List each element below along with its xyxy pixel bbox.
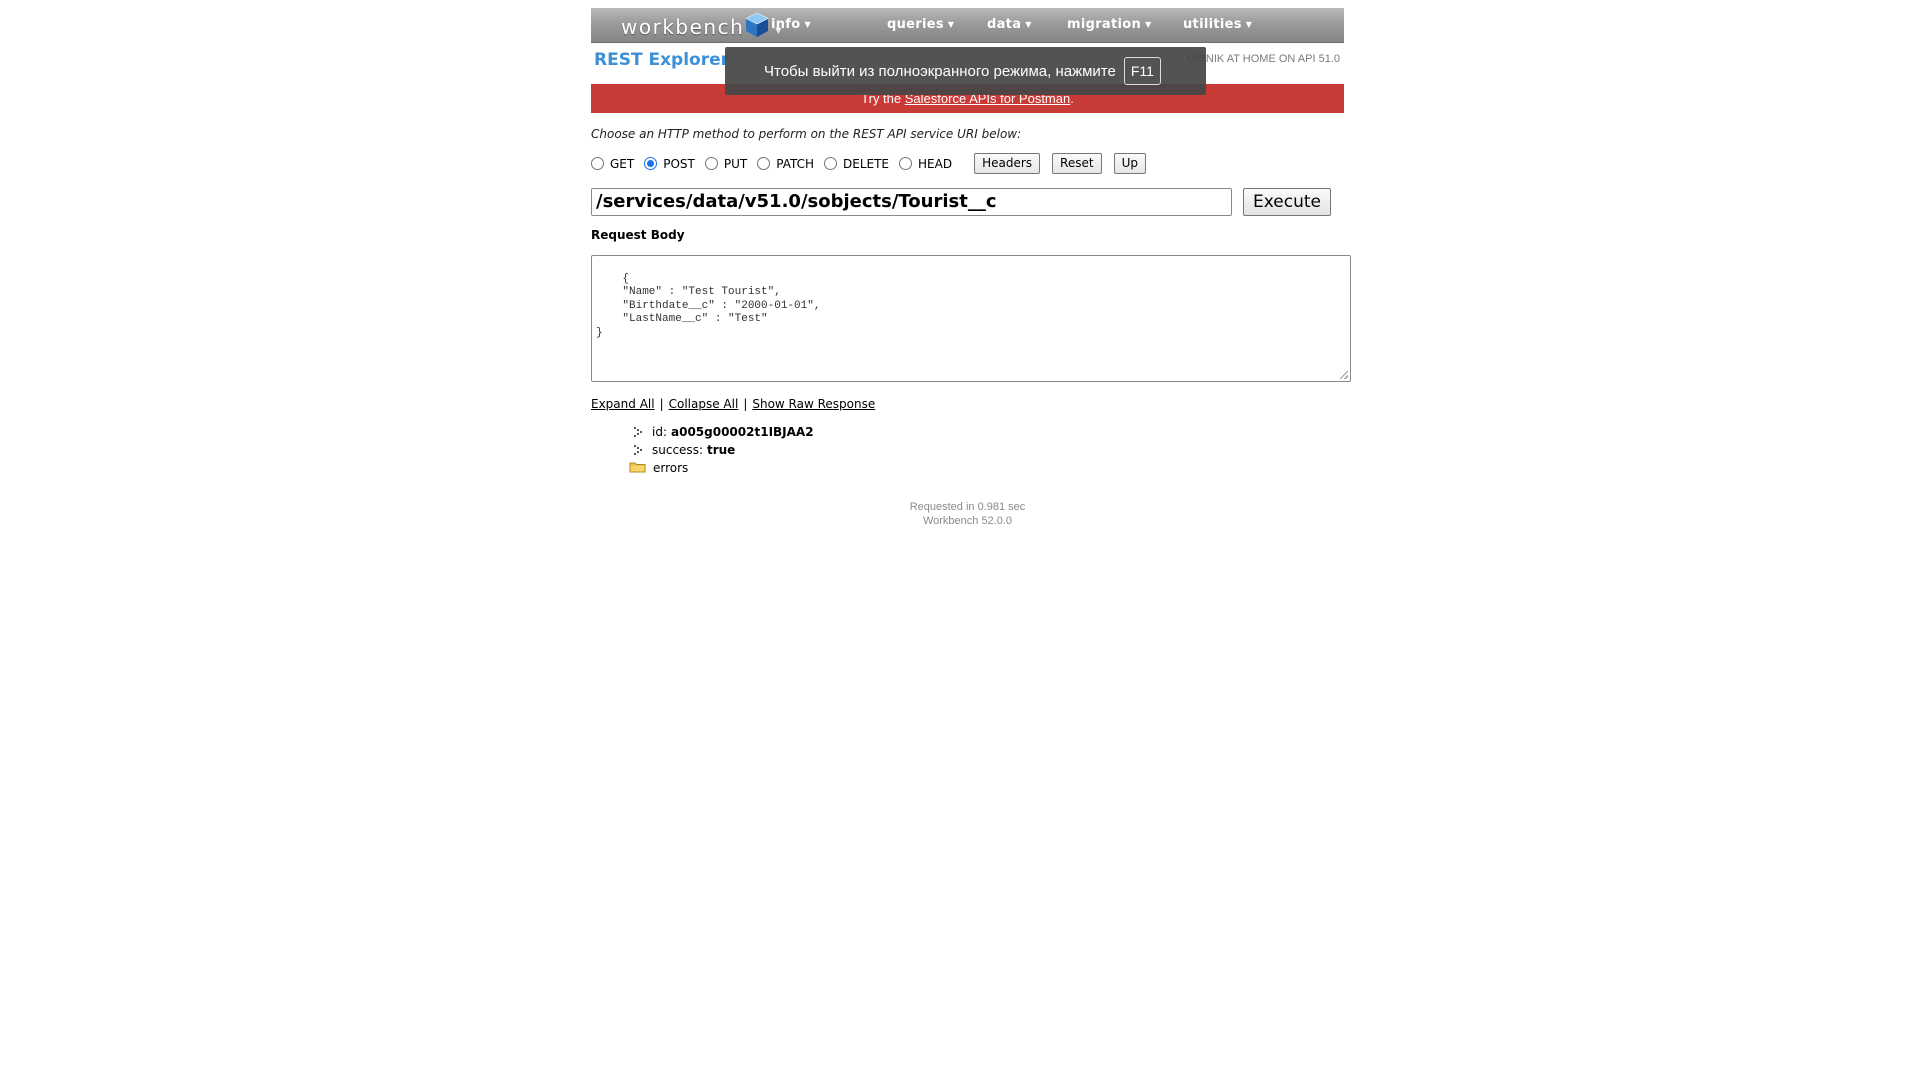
request-timing: Requested in 0.981 sec bbox=[909, 501, 1026, 513]
tree-value: true bbox=[706, 443, 736, 457]
response-tree: id: a005g00002t1IBJAA2 success: true err… bbox=[628, 423, 814, 477]
method-label: POST bbox=[663, 156, 695, 171]
radio-button-icon[interactable] bbox=[757, 157, 771, 170]
method-radio-get[interactable]: GET bbox=[591, 157, 634, 171]
method-label: GET bbox=[610, 156, 635, 171]
nav-utilities[interactable]: utilities ▼ bbox=[1183, 17, 1252, 32]
radio-button-icon[interactable] bbox=[824, 157, 837, 170]
user-info: MISNIK AT HOME ON API 51.0 bbox=[1186, 53, 1340, 65]
request-body-text: { "Name" : "Test Tourist", "Birthdate__c… bbox=[596, 272, 821, 339]
folder-icon bbox=[629, 461, 646, 476]
show-raw-response-link[interactable]: Show Raw Response bbox=[752, 397, 875, 411]
tree-node-success[interactable]: success: true bbox=[628, 441, 814, 459]
chevron-down-icon: ▼ bbox=[804, 20, 811, 29]
chevron-down-icon: ▼ bbox=[1025, 20, 1032, 29]
footer: Requested in 0.981 sec Workbench 52.0.0 bbox=[591, 500, 1344, 528]
request-body-label: Request Body bbox=[591, 228, 685, 242]
reset-button[interactable]: Reset bbox=[1052, 153, 1102, 174]
method-label: HEAD bbox=[918, 156, 953, 171]
execute-button[interactable]: Execute bbox=[1243, 188, 1331, 216]
tree-node-arrow-icon bbox=[631, 444, 646, 456]
method-prompt: Choose an HTTP method to perform on the … bbox=[591, 127, 1022, 141]
nav-migration-label: migration bbox=[1067, 17, 1142, 32]
workbench-logo[interactable]: workbench ▼ bbox=[621, 11, 781, 42]
method-label: DELETE bbox=[843, 156, 890, 171]
method-radio-patch[interactable]: PATCH bbox=[757, 157, 814, 171]
collapse-all-link[interactable]: Collapse All bbox=[669, 397, 739, 411]
nav-migration[interactable]: migration ▼ bbox=[1067, 17, 1152, 32]
f11-key-badge: F11 bbox=[1123, 57, 1161, 85]
method-radio-delete[interactable]: DELETE bbox=[824, 157, 889, 171]
nav-queries-label: queries bbox=[887, 17, 944, 32]
tree-node-arrow-icon bbox=[631, 426, 646, 438]
expand-all-link[interactable]: Expand All bbox=[591, 397, 655, 411]
nav-data-label: data bbox=[987, 17, 1022, 32]
resize-handle-icon[interactable] bbox=[1340, 371, 1348, 379]
nav-info-label: info bbox=[771, 17, 801, 32]
chevron-down-icon: ▼ bbox=[1145, 20, 1152, 29]
tree-node-errors[interactable]: errors bbox=[628, 459, 814, 477]
radio-button-icon[interactable] bbox=[704, 157, 718, 170]
nav-info[interactable]: info ▼ bbox=[771, 17, 811, 32]
radio-button-checked-icon[interactable] bbox=[644, 157, 658, 170]
page: workbench ▼ info ▼ queries ▼ data ▼ migrati… bbox=[0, 0, 1920, 1080]
headers-button[interactable]: Headers bbox=[974, 153, 1041, 174]
chevron-down-icon: ▼ bbox=[947, 20, 955, 29]
method-radio-put[interactable]: PUT bbox=[704, 156, 748, 171]
method-radio-head[interactable]: HEAD bbox=[899, 157, 952, 171]
radio-button-icon[interactable] bbox=[899, 157, 913, 170]
page-title: REST Explorer bbox=[594, 50, 730, 70]
logo-text: workbench bbox=[621, 14, 745, 39]
nav-queries[interactable]: queries ▼ bbox=[887, 17, 954, 32]
nav-data[interactable]: data ▼ bbox=[987, 17, 1032, 32]
tree-key: id: bbox=[652, 425, 667, 439]
link-separator: | bbox=[659, 397, 664, 411]
workbench-version: Workbench 52.0.0 bbox=[922, 515, 1013, 527]
workbench-cube-icon bbox=[745, 12, 769, 42]
tree-value: a005g00002t1IBJAA2 bbox=[671, 425, 814, 439]
uri-input[interactable]: /services/data/v51.0/sobjects/Tourist__c bbox=[591, 188, 1232, 216]
method-label: PUT bbox=[723, 156, 748, 171]
method-row: GET POST PUT PATCH DELETE HEAD Headers R… bbox=[591, 153, 1146, 174]
request-body-textarea[interactable]: { "Name" : "Test Tourist", "Birthdate__c… bbox=[591, 255, 1351, 382]
response-controls: Expand All | Collapse All | Show Raw Respons… bbox=[591, 397, 875, 411]
nav-utilities-label: utilities bbox=[1183, 17, 1242, 32]
chevron-down-icon: ▼ bbox=[1245, 20, 1253, 29]
fullscreen-notice-text: Чтобы выйти из полноэкранного режима, на… bbox=[764, 62, 1116, 80]
method-radio-post[interactable]: POST bbox=[644, 157, 695, 171]
radio-button-icon[interactable] bbox=[591, 157, 604, 170]
top-navbar: workbench ▼ info ▼ queries ▼ data ▼ migrati… bbox=[591, 8, 1344, 43]
up-button[interactable]: Up bbox=[1113, 153, 1146, 174]
tree-node-id[interactable]: id: a005g00002t1IBJAA2 bbox=[628, 423, 814, 441]
fullscreen-exit-notice: Чтобы выйти из полноэкранного режима, на… bbox=[725, 47, 1206, 95]
tree-key: success: bbox=[652, 443, 703, 457]
link-separator: | bbox=[743, 397, 748, 411]
tree-key: errors bbox=[653, 461, 689, 475]
method-label: PATCH bbox=[776, 156, 814, 171]
